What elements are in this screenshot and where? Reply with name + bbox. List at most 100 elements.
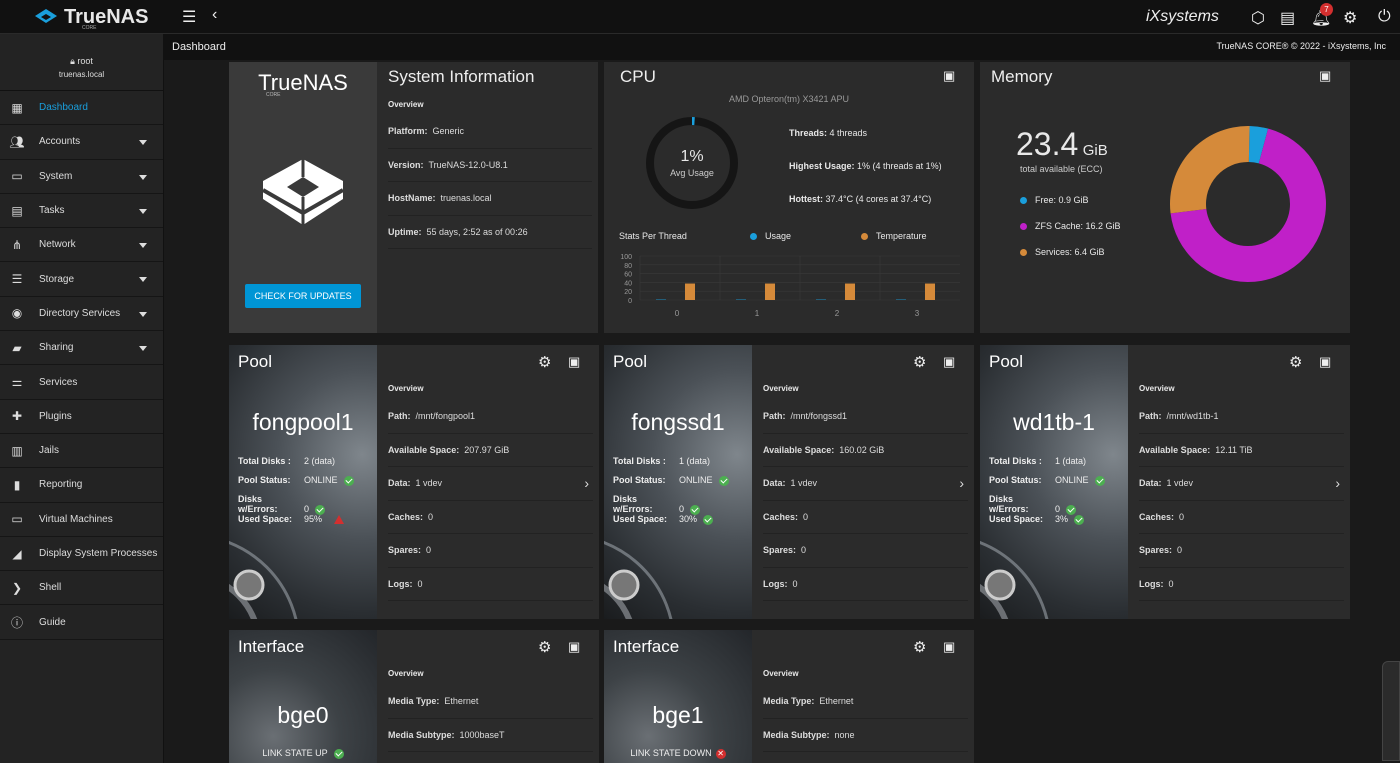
sidebar-item-sharing[interactable]: ▰ Sharing bbox=[0, 331, 163, 366]
memory-card: Memory ▣ 23.4 GiB total available (ECC) … bbox=[980, 62, 1350, 333]
pool-settings-gear-icon[interactable]: ⚙ bbox=[913, 353, 926, 371]
gear-icon[interactable]: ⚙ bbox=[1343, 8, 1357, 28]
pool-reports-icon[interactable]: ▣ bbox=[1319, 354, 1331, 370]
sidebar-item-label: Reporting bbox=[39, 479, 83, 491]
pool-row-label: Data: bbox=[388, 478, 411, 489]
pool-row-label: Logs: bbox=[1139, 578, 1164, 589]
pool-row-label: Data: bbox=[763, 478, 786, 489]
row-label: Media Subtype: bbox=[763, 729, 830, 740]
pool-row-value: 12.11 TiB bbox=[1215, 444, 1253, 455]
memory-total-value: 23.4 bbox=[1016, 126, 1079, 162]
sidebar-item-display-system-processes[interactable]: ◢ Display System Processes bbox=[0, 537, 163, 572]
stat-value: 1% (4 threads at 1%) bbox=[857, 161, 942, 171]
pool-overview-label: Overview bbox=[388, 384, 424, 393]
pool-row-label: Spares: bbox=[388, 545, 422, 556]
memory-reports-icon[interactable]: ▣ bbox=[1319, 68, 1331, 84]
clipboard-icon[interactable]: ▤ bbox=[1280, 8, 1295, 28]
truecommand-icon[interactable]: ⬡ bbox=[1251, 8, 1265, 28]
pool-row-spares: Spares: 0 bbox=[1139, 534, 1344, 568]
chevron-down-icon bbox=[139, 277, 147, 283]
pool-row-label: Spares: bbox=[763, 545, 797, 556]
stat-label: Disks w/Errors: bbox=[238, 494, 278, 514]
interface-overview-label: Overview bbox=[763, 669, 799, 678]
sidebar-item-plugins[interactable]: ✚ Plugins bbox=[0, 400, 163, 434]
sidebar-item-services[interactable]: ⚌ Services bbox=[0, 365, 163, 400]
sidebar-item-label: Jails bbox=[39, 445, 60, 457]
sidebar-item-label: Display System Processes bbox=[39, 548, 158, 559]
memory-title: Memory bbox=[991, 67, 1053, 86]
pool-reports-icon[interactable]: ▣ bbox=[568, 354, 580, 370]
sidebar-item-dashboard[interactable]: ▦ Dashboard bbox=[0, 91, 163, 126]
cpu-reports-icon[interactable]: ▣ bbox=[943, 68, 955, 84]
interface-settings-gear-icon[interactable]: ⚙ bbox=[913, 638, 926, 656]
directory-icon: ◉ bbox=[11, 306, 23, 321]
stat-value: 95% bbox=[304, 514, 323, 524]
logo-sub: CORE bbox=[82, 25, 97, 31]
stat-label: Hottest: bbox=[789, 194, 823, 204]
sidebar-item-shell[interactable]: ❯ Shell bbox=[0, 571, 163, 606]
pool-reports-icon[interactable]: ▣ bbox=[943, 354, 955, 370]
stat-label: Total Disks : bbox=[238, 456, 291, 466]
services-icon: ⚌ bbox=[11, 375, 23, 390]
sharing-icon: ▰ bbox=[12, 340, 22, 355]
notification-badge: 7 bbox=[1320, 3, 1333, 16]
chevron-down-icon bbox=[139, 346, 147, 352]
sidebar-item-reporting[interactable]: ▮ Reporting bbox=[0, 468, 163, 503]
sidebar-item-virtual-machines[interactable]: ▭ Virtual Machines bbox=[0, 503, 163, 537]
sidebar-item-network[interactable]: ⋔ Network bbox=[0, 228, 163, 263]
interface-name: bge1 bbox=[652, 702, 704, 728]
row-label: Media Type: bbox=[763, 696, 815, 707]
sidebar: 🔒︎ root truenas.local ▦ Dashboard 👥︎ Acc… bbox=[0, 34, 164, 763]
pool-row-avail: Available Space: 207.97 GiB bbox=[388, 434, 593, 467]
pool-row-value: /mnt/fongssd1 bbox=[790, 411, 848, 422]
stat-value: 1 (data) bbox=[1055, 456, 1087, 466]
check-icon bbox=[1094, 475, 1105, 486]
stat-label: Disks w/Errors: bbox=[613, 494, 653, 514]
pool-row-data[interactable]: Data: 1 vdev › bbox=[1139, 467, 1344, 501]
sidebar-item-accounts[interactable]: 👥︎ Accounts bbox=[0, 125, 163, 160]
pool-title: Pool bbox=[613, 352, 648, 371]
pool-row-value: 0 bbox=[426, 545, 432, 556]
floating-widget[interactable] bbox=[1382, 661, 1400, 761]
accounts-icon: 👥︎ bbox=[9, 134, 25, 149]
sidebar-item-guide[interactable]: ⓘ Guide bbox=[0, 605, 163, 640]
pool-settings-gear-icon[interactable]: ⚙ bbox=[538, 353, 551, 371]
menu-icon[interactable]: ☰ bbox=[182, 7, 196, 27]
sidebar-item-tasks[interactable]: ▤ Tasks bbox=[0, 194, 163, 229]
media-type-row: Media Type: Ethernet bbox=[388, 685, 593, 719]
chevron-right-icon[interactable]: › bbox=[1335, 475, 1340, 491]
sidebar-item-storage[interactable]: ☰ Storage bbox=[0, 262, 163, 297]
link-state-text: LINK STATE UP bbox=[262, 748, 328, 758]
network-icon: ⋔ bbox=[11, 237, 23, 252]
media-subtype-row: Media Subtype: none bbox=[763, 719, 968, 752]
row-value: 1000baseT bbox=[459, 729, 505, 740]
memory-total-label: total available (ECC) bbox=[1020, 164, 1103, 174]
sidebar-item-directory-services[interactable]: ◉ Directory Services bbox=[0, 297, 163, 332]
sidebar-item-jails[interactable]: ▥ Jails bbox=[0, 434, 163, 469]
chevron-right-icon[interactable]: › bbox=[959, 475, 964, 491]
row-label: Uptime: bbox=[388, 226, 422, 237]
chevron-right-icon[interactable]: › bbox=[584, 475, 589, 491]
power-icon[interactable]: ⏻ bbox=[1378, 8, 1391, 26]
pool-row-avail: Available Space: 160.02 GiB bbox=[763, 434, 968, 467]
stat-value: 3% bbox=[1055, 514, 1069, 524]
pool-row-label: Path: bbox=[1139, 411, 1162, 422]
stat-label: Pool Status: bbox=[238, 475, 291, 485]
chevron-left-icon[interactable]: ‹ bbox=[212, 6, 217, 24]
check-updates-button[interactable]: CHECK FOR UPDATES bbox=[245, 284, 361, 308]
check-icon bbox=[718, 475, 729, 486]
pool-total-disks: Total Disks : 2 (data) bbox=[238, 456, 335, 466]
interface-reports-icon[interactable]: ▣ bbox=[568, 639, 580, 655]
pool-settings-gear-icon[interactable]: ⚙ bbox=[1289, 353, 1302, 371]
system-info-row: HostName: truenas.local bbox=[388, 182, 592, 216]
stat-value: 1 (data) bbox=[679, 456, 711, 466]
ixsystems-logo[interactable]: iXsystems bbox=[1146, 8, 1219, 26]
sidebar-item-system[interactable]: ▭ System bbox=[0, 160, 163, 194]
stat-label: Disks w/Errors: bbox=[989, 494, 1029, 514]
interface-settings-gear-icon[interactable]: ⚙ bbox=[538, 638, 551, 656]
interface-reports-icon[interactable]: ▣ bbox=[943, 639, 955, 655]
pool-row-data[interactable]: Data: 1 vdev › bbox=[388, 467, 593, 501]
pool-row-data[interactable]: Data: 1 vdev › bbox=[763, 467, 968, 501]
interface-title: Interface bbox=[613, 637, 680, 656]
memory-legend-item: ZFS Cache: 16.2 GiB bbox=[1020, 221, 1121, 247]
